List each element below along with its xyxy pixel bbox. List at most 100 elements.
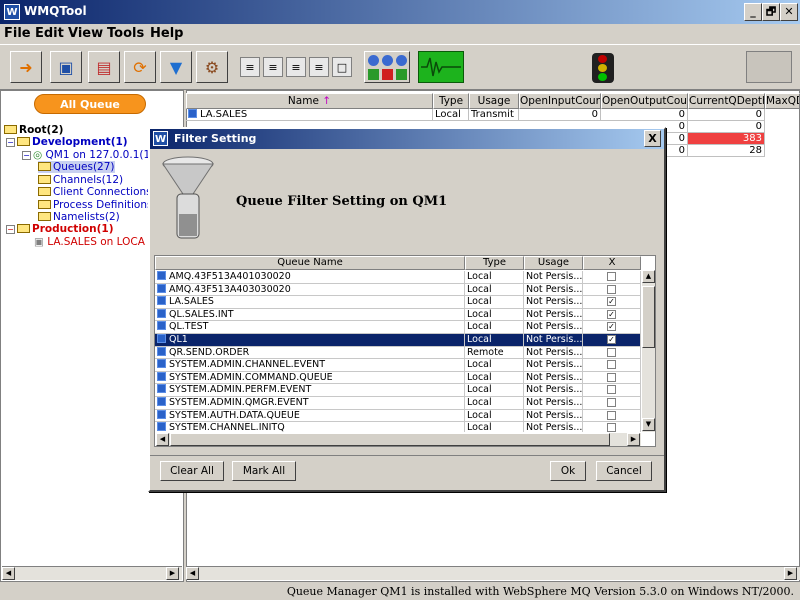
tree-node-root[interactable]: Root(2) [4, 124, 63, 136]
grid-row[interactable]: QR.SEND.ORDER Remote Not Persis... [155, 346, 641, 360]
scroll-right-icon[interactable]: ▶ [166, 567, 179, 580]
menu-help[interactable]: Help [150, 26, 183, 41]
grid-row[interactable]: SYSTEM.ADMIN.QMGR.EVENT Local Not Persis..… [155, 397, 641, 410]
tree-node-client-connections[interactable]: Client Connections [38, 186, 152, 198]
checkbox-unchecked[interactable] [607, 372, 616, 382]
checkbox-unchecked[interactable] [607, 385, 616, 395]
collapse-icon[interactable]: − [22, 151, 31, 160]
table-hscrollbar[interactable]: ◀ ▶ [186, 566, 800, 580]
view-4-icon[interactable]: ≡ [309, 57, 329, 77]
app-icon: W [4, 4, 20, 20]
checkbox-unchecked[interactable] [607, 360, 616, 370]
col-header-name[interactable]: Name ↑ [186, 93, 433, 109]
view-5-icon[interactable]: □ [332, 57, 352, 77]
checkbox-unchecked[interactable] [607, 284, 616, 294]
scroll-thumb[interactable] [170, 433, 610, 446]
scroll-right-icon[interactable]: ▶ [784, 567, 797, 580]
tree-node-la-sales[interactable]: ▣ LA.SALES on LOCA [34, 236, 145, 248]
exit-icon[interactable]: ➜ [10, 51, 42, 83]
cancel-button[interactable]: Cancel [596, 461, 652, 481]
grid-header-type[interactable]: Type [465, 256, 524, 270]
grid-header-select[interactable]: X [583, 256, 641, 270]
tree-node-namelists[interactable]: Namelists(2) [38, 211, 120, 223]
tree-node-development[interactable]: − Development(1) [6, 136, 128, 148]
grid-row[interactable]: SYSTEM.ADMIN.CHANNEL.EVENT Local Not Persi… [155, 359, 641, 372]
menu-edit[interactable]: Edit [35, 26, 64, 41]
grid-cell-type: Remote [465, 346, 524, 360]
filter-icon[interactable]: ▼ [160, 51, 192, 83]
menu-view[interactable]: View [68, 26, 103, 41]
col-header-maxqd[interactable]: MaxQD [765, 93, 800, 109]
menu-file[interactable]: File [4, 26, 31, 41]
grid-row[interactable]: AMQ.43F513A403030020 Local Not Persis... [155, 283, 641, 297]
grid-cell-type: Local [465, 409, 524, 423]
grid-cell-select: ✓ [583, 321, 641, 334]
col-header-usage[interactable]: Usage [469, 93, 519, 109]
grid-row[interactable]: QL.TEST Local Not Persis... ✓ [155, 321, 641, 334]
grid-row[interactable]: QL1 Local Not Persis... ✓ [155, 334, 641, 347]
scroll-right-icon[interactable]: ▶ [627, 433, 640, 446]
grid-vscrollbar[interactable]: ▲ ▼ [641, 270, 655, 432]
ok-button[interactable]: Ok [550, 461, 586, 481]
grid-row[interactable]: SYSTEM.ADMIN.PERFM.EVENT Local Not Persis.… [155, 384, 641, 397]
collapse-icon[interactable]: − [6, 138, 15, 147]
mark-all-button[interactable]: Mark All [232, 461, 296, 481]
grid-row[interactable]: SYSTEM.AUTH.DATA.QUEUE Local Not Persis... [155, 409, 641, 423]
queue-icon [157, 283, 166, 293]
clear-all-button[interactable]: Clear All [160, 461, 224, 481]
grid-row[interactable]: AMQ.43F513A401030020 Local Not Persis... [155, 271, 641, 284]
tree-node-qm1[interactable]: − ◎ QM1 on 127.0.0.1(1 [22, 149, 150, 161]
checkbox-checked[interactable]: ✓ [607, 322, 616, 332]
menu-tools[interactable]: Tools [107, 26, 144, 41]
scroll-left-icon[interactable]: ◀ [156, 433, 169, 446]
grid-row[interactable]: LA.SALES Local Not Persis... ✓ [155, 296, 641, 309]
grid-header-usage[interactable]: Usage [524, 256, 583, 270]
tree-node-production[interactable]: − Production(1) [6, 223, 114, 235]
minimize-button[interactable]: _ [744, 3, 762, 21]
dialog-close-button[interactable]: X [644, 130, 661, 147]
status-lights-icon[interactable] [364, 51, 410, 83]
grid-cell-queue-name: QL1 [155, 334, 465, 347]
close-button[interactable]: ✕ [780, 3, 798, 21]
all-queue-managers-button[interactable]: All Queue Managers [34, 94, 146, 131]
queue-icon [157, 308, 166, 318]
scroll-down-icon[interactable]: ▼ [642, 418, 655, 431]
checkbox-checked[interactable]: ✓ [607, 309, 616, 319]
tree-node-queues[interactable]: Queues(27) [38, 161, 115, 173]
scroll-up-icon[interactable]: ▲ [642, 270, 655, 283]
col-header-type[interactable]: Type [433, 93, 469, 109]
tree-node-process-definitions[interactable]: Process Definitions [38, 199, 152, 211]
traffic-light-icon [592, 53, 614, 83]
col-header-openoutput[interactable]: OpenOutputCount [601, 93, 688, 109]
save-icon[interactable]: ▣ [50, 51, 82, 83]
checkbox-checked[interactable]: ✓ [607, 297, 616, 307]
checkbox-unchecked[interactable] [607, 347, 616, 357]
scroll-left-icon[interactable]: ◀ [186, 567, 199, 580]
restore-button[interactable]: 🗗 [762, 3, 780, 21]
view-3-icon[interactable]: ≡ [286, 57, 306, 77]
tree-node-channels[interactable]: Channels(12) [38, 174, 123, 186]
view-1-icon[interactable]: ≡ [240, 57, 260, 77]
properties-icon[interactable]: ▤ [88, 51, 120, 83]
scroll-left-icon[interactable]: ◀ [2, 567, 15, 580]
scroll-thumb[interactable] [642, 286, 655, 348]
checkbox-unchecked[interactable] [607, 410, 616, 420]
grid-row[interactable]: SYSTEM.ADMIN.COMMAND.QUEUE Local Not Persi… [155, 371, 641, 385]
tree-hscrollbar[interactable]: ◀ ▶ [2, 566, 182, 580]
checkbox-checked[interactable]: ✓ [607, 335, 616, 344]
settings-icon[interactable]: ⚙ [196, 51, 228, 83]
col-header-currentqdepth[interactable]: CurrentQDepth [688, 93, 765, 109]
grid-row[interactable]: QL.SALES.INT Local Not Persis... ✓ [155, 308, 641, 322]
checkbox-unchecked[interactable] [607, 398, 616, 407]
collapse-icon[interactable]: − [6, 225, 15, 234]
view-2-icon[interactable]: ≡ [263, 57, 283, 77]
app-icon: W [153, 131, 168, 146]
grid-hscrollbar[interactable]: ◀ ▶ [155, 432, 641, 446]
checkbox-unchecked[interactable] [607, 423, 616, 433]
refresh-icon[interactable]: ⟳ [124, 51, 156, 83]
grid-header-queue-name[interactable]: Queue Name [155, 256, 465, 270]
monitor-graph-icon[interactable] [418, 51, 464, 83]
queue-icon [157, 397, 166, 406]
checkbox-unchecked[interactable] [607, 272, 616, 281]
col-header-openinput[interactable]: OpenInputCount [519, 93, 601, 109]
